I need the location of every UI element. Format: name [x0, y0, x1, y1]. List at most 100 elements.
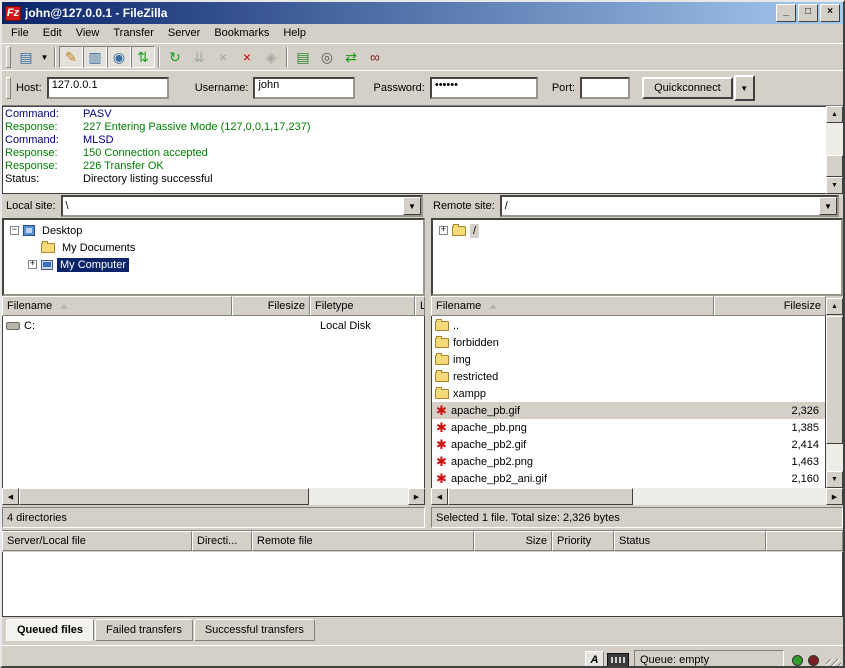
scroll-up-icon[interactable]: ▲ [826, 298, 843, 315]
local-tree[interactable]: − Desktop My Documents + My Computer [2, 218, 425, 296]
toggle-remote-tree-button[interactable]: ◉ [107, 46, 131, 68]
scroll-left-icon[interactable]: ◀ [431, 488, 448, 505]
menu-file[interactable]: File [4, 25, 36, 41]
local-header-last-modified[interactable]: L [415, 296, 425, 316]
remote-file-row[interactable]: .. [432, 317, 825, 334]
queue-header-size[interactable]: Size [474, 531, 552, 551]
password-input[interactable]: •••••• [430, 77, 538, 99]
maximize-button[interactable]: □ [798, 4, 818, 22]
reconnect-button[interactable]: ◈ [259, 46, 283, 68]
transfer-type-icon: A [585, 651, 604, 668]
find-files-button[interactable]: ∞ [363, 46, 387, 68]
tree-item-label[interactable]: / [470, 224, 479, 238]
remote-file-row[interactable]: restricted [432, 368, 825, 385]
remote-file-row[interactable]: img [432, 351, 825, 368]
menu-edit[interactable]: Edit [36, 25, 69, 41]
site-manager-dropdown[interactable]: ▼ [38, 46, 51, 68]
local-file-list[interactable]: C: Local Disk [2, 316, 425, 488]
toggle-local-tree-button[interactable]: ▥ [83, 46, 107, 68]
chevron-down-icon[interactable]: ▼ [403, 197, 421, 215]
queue-header-priority[interactable]: Priority [552, 531, 614, 551]
tree-item-label[interactable]: My Computer [57, 258, 129, 272]
remote-file-list[interactable]: .. forbidden img restricted [431, 316, 826, 488]
directory-comparison-button[interactable]: ◎ [315, 46, 339, 68]
local-header-filetype[interactable]: Filetype [310, 296, 415, 316]
log-scrollbar[interactable]: ▲ ▼ [826, 106, 843, 194]
remote-hscrollbar-track[interactable] [633, 488, 826, 505]
remote-header-filesize[interactable]: Filesize [714, 296, 826, 316]
close-button[interactable]: × [820, 4, 840, 22]
queue-header-direction[interactable]: Directi... [192, 531, 252, 551]
refresh-button[interactable]: ↻ [163, 46, 187, 68]
quickconnect-button[interactable]: Quickconnect [642, 77, 733, 99]
remote-file-row[interactable]: xampp [432, 385, 825, 402]
queue-header-remote-file[interactable]: Remote file [252, 531, 474, 551]
filter-button[interactable]: ▤ [291, 46, 315, 68]
local-site-combo[interactable]: \ ▼ [61, 195, 423, 217]
log-scrollbar-thumb[interactable] [826, 155, 843, 177]
menu-help[interactable]: Help [276, 25, 313, 41]
local-file-row-c-drive[interactable]: C: Local Disk [3, 317, 424, 334]
quickconnect-dropdown[interactable]: ▼ [734, 75, 755, 101]
scroll-down-icon[interactable]: ▼ [826, 177, 843, 194]
tree-item-root[interactable]: + / [433, 222, 841, 239]
synchronized-browsing-button[interactable]: ⇄ [339, 46, 363, 68]
tree-item-my-computer[interactable]: + My Computer [4, 256, 423, 273]
chevron-down-icon[interactable]: ▼ [819, 197, 837, 215]
remote-scrollbar-track[interactable] [826, 444, 843, 471]
port-input[interactable] [580, 77, 630, 99]
menu-server[interactable]: Server [161, 25, 207, 41]
toggle-log-button[interactable]: ✎ [59, 46, 83, 68]
menu-bookmarks[interactable]: Bookmarks [207, 25, 276, 41]
log-scrollbar-track[interactable] [826, 123, 843, 155]
remote-list-hscrollbar[interactable]: ◀ ▶ [431, 488, 843, 505]
local-list-hscrollbar[interactable]: ◀ ▶ [2, 488, 425, 505]
scroll-up-icon[interactable]: ▲ [826, 106, 843, 123]
local-header-filename[interactable]: Filename [2, 296, 232, 316]
remote-scrollbar-thumb[interactable] [826, 316, 843, 444]
tab-failed-transfers[interactable]: Failed transfers [95, 619, 193, 641]
tree-item-my-documents[interactable]: My Documents [4, 239, 423, 256]
queue-list[interactable] [2, 552, 843, 617]
queue-header-status[interactable]: Status [614, 531, 766, 551]
minimize-button[interactable]: _ [776, 4, 796, 22]
remote-hscrollbar-thumb[interactable] [448, 488, 633, 505]
menu-transfer[interactable]: Transfer [106, 25, 161, 41]
remote-file-row[interactable]: ✱ apache_pb2.gif 2,414 [432, 436, 825, 453]
remote-header-filename[interactable]: Filename [431, 296, 714, 316]
scroll-right-icon[interactable]: ▶ [826, 488, 843, 505]
remote-tree[interactable]: + / [431, 218, 843, 296]
queue-header-local-file[interactable]: Server/Local file [2, 531, 192, 551]
tab-successful-transfers[interactable]: Successful transfers [194, 619, 315, 641]
remote-list-scrollbar[interactable]: ▼ [826, 316, 843, 488]
disconnect-button[interactable]: × [235, 46, 259, 68]
tree-item-label[interactable]: Desktop [39, 224, 85, 238]
cancel-operation-button[interactable]: × [211, 46, 235, 68]
collapse-icon[interactable]: − [10, 226, 19, 235]
username-input[interactable]: john [253, 77, 355, 99]
remote-file-row[interactable]: forbidden [432, 334, 825, 351]
scroll-right-icon[interactable]: ▶ [408, 488, 425, 505]
menu-view[interactable]: View [69, 25, 107, 41]
remote-file-row-selected[interactable]: ✱ apache_pb.gif 2,326 [432, 402, 825, 419]
scroll-left-icon[interactable]: ◀ [2, 488, 19, 505]
expand-icon[interactable]: + [28, 260, 37, 269]
remote-file-row[interactable]: ✱ apache_pb2_ani.gif 2,160 [432, 470, 825, 487]
site-manager-button[interactable]: ▤ [14, 46, 38, 68]
toggle-queue-button[interactable]: ⇅ [131, 46, 155, 68]
expand-icon[interactable]: + [439, 226, 448, 235]
remote-site-combo[interactable]: / ▼ [500, 195, 839, 217]
remote-file-row[interactable]: ✱ apache_pb.png 1,385 [432, 419, 825, 436]
local-hscrollbar-thumb[interactable] [19, 488, 309, 505]
tree-item-label[interactable]: My Documents [59, 241, 138, 255]
process-queue-button[interactable]: ⇊ [187, 46, 211, 68]
local-header-filesize[interactable]: Filesize [232, 296, 310, 316]
host-input[interactable]: 127.0.0.1 [47, 77, 169, 99]
tab-queued-files[interactable]: Queued files [6, 619, 94, 641]
tree-item-desktop[interactable]: − Desktop [4, 222, 423, 239]
remote-file-row[interactable]: ✱ apache_pb2.png 1,463 [432, 453, 825, 470]
resize-grip[interactable] [826, 659, 841, 668]
scroll-down-icon[interactable]: ▼ [826, 471, 843, 488]
title-bar[interactable]: Fz john@127.0.0.1 - FileZilla _ □ × [2, 2, 843, 24]
toggle-local-tree-icon: ▥ [88, 49, 101, 66]
